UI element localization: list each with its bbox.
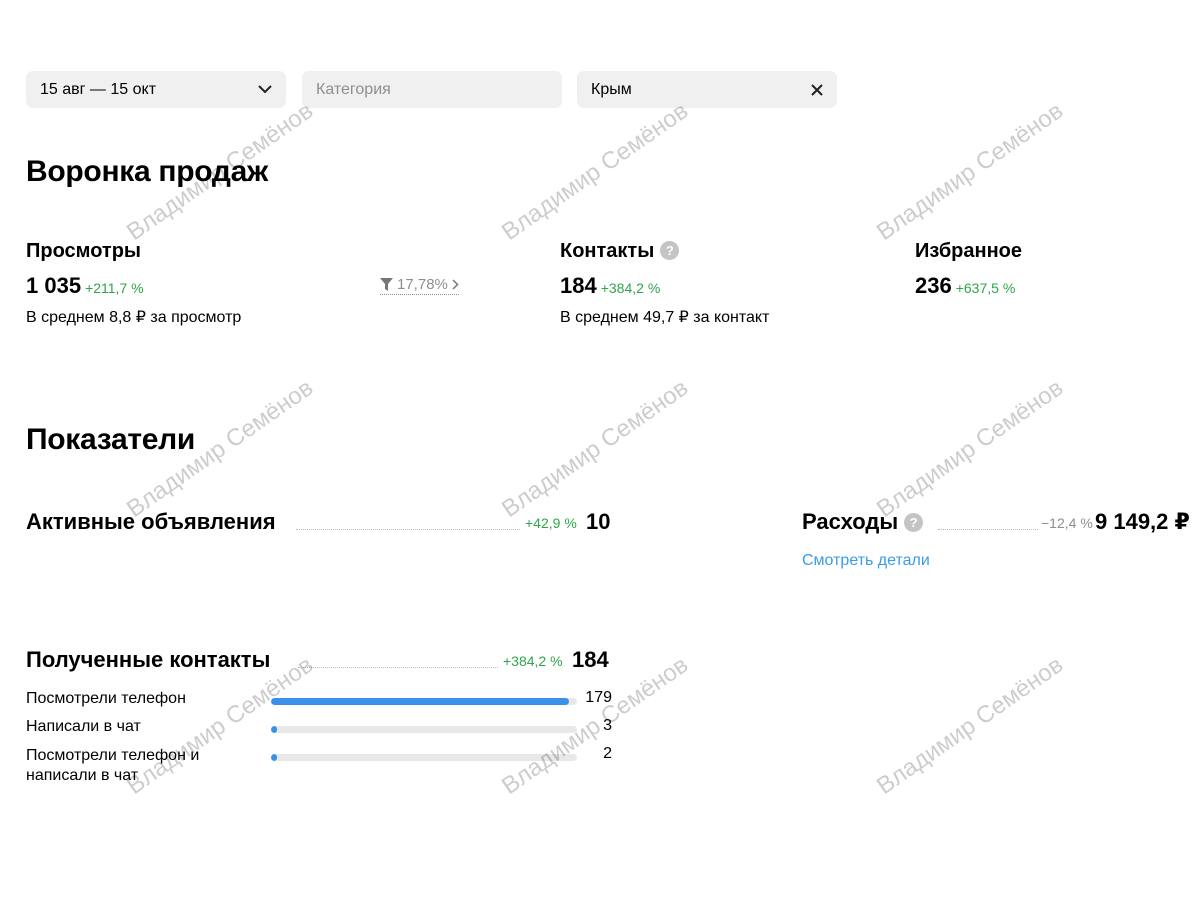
views-average: В среднем 8,8 ₽ за просмотр [26,309,242,326]
contacts-row-bar [271,726,577,733]
funnel-title: Воронка продаж [26,155,268,188]
favorites-title: Избранное [915,240,1023,262]
category-placeholder: Категория [316,80,391,98]
contacts-row-bar [271,754,577,761]
favorites-delta: +637,5 % [955,280,1016,296]
conversion-link[interactable]: 17,78% [380,276,459,295]
contacts-average: В среднем 49,7 ₽ за контакт [560,309,770,326]
watermark: Владимир Семёнов [871,374,1069,523]
chevron-right-icon [452,279,459,290]
category-select[interactable]: Категория [302,71,562,108]
contacts-row-bar [271,698,577,705]
views-value-row: 1 035 +211,7 % [26,273,144,299]
contacts-row-bar-fill [271,726,277,733]
active-ads-value: 10 [586,509,611,534]
contacts-title-row: Контакты? [560,240,680,263]
region-select[interactable]: Крым [577,71,837,108]
expenses-title: Расходы [802,509,899,534]
active-ads-delta: +42,9 % [525,515,577,531]
expenses-value: 9 149,2 ₽ [1095,509,1190,534]
watermark: Владимир Семёнов [871,651,1069,800]
contacts-row-value: 3 [603,717,612,734]
contacts-row-label: Посмотрели телефон [26,690,186,707]
metrics-title: Показатели [26,423,196,456]
chevron-down-icon [258,85,272,94]
favorites-value-row: 236 +637,5 % [915,273,1015,299]
received-contacts-leader [298,667,498,668]
expenses-details-link[interactable]: Смотреть детали [802,552,930,570]
received-contacts-delta: +384,2 % [503,653,563,669]
contacts-row-value: 2 [603,745,612,762]
contacts-row-label: Посмотрели телефон и написали в чат [26,747,200,784]
expenses-title-row: Расходы? [802,509,924,535]
contacts-value: 184 [560,273,597,298]
filter-funnel-icon [380,278,393,291]
question-circle-icon[interactable]: ? [660,241,680,260]
received-contacts-title: Полученные контакты [26,647,271,672]
views-delta: +211,7 % [85,280,144,296]
contacts-row-value: 179 [585,689,612,706]
contacts-row-bar-fill [271,698,569,705]
expenses-delta: −12,4 % [1041,515,1093,531]
contacts-delta: +384,2 % [600,280,661,296]
views-title: Просмотры [26,240,142,262]
favorites-value: 236 [915,273,952,298]
conversion-value: 17,78% [397,276,448,293]
contacts-value-row: 184 +384,2 % [560,273,660,299]
region-value: Крым [591,80,632,98]
close-icon[interactable] [811,83,823,96]
watermark: Владимир Семёнов [496,374,694,523]
active-ads-leader [296,529,520,530]
expenses-leader [938,529,1038,530]
contacts-row-bar-fill [271,754,277,761]
contacts-row-label: Написали в чат [26,718,141,735]
watermark: Владимир Семёнов [496,97,694,246]
watermark: Владимир Семёнов [871,97,1069,246]
contacts-title: Контакты [560,240,655,262]
active-ads-title: Активные объявления [26,509,276,534]
views-value: 1 035 [26,273,82,298]
received-contacts-value: 184 [572,647,609,672]
date-range-select[interactable]: 15 авг — 15 окт [26,71,286,108]
date-range-value: 15 авг — 15 окт [40,80,157,98]
question-circle-icon[interactable]: ? [904,513,924,532]
